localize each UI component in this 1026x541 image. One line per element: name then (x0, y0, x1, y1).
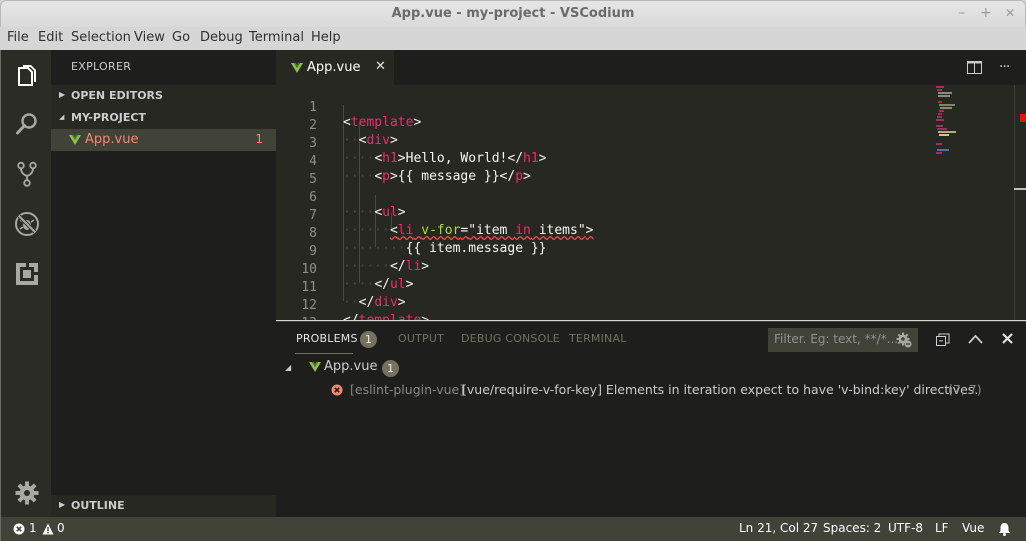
section-open-editors[interactable]: ▶ OPEN EDITORS (51, 85, 276, 107)
code-line: 10 ····</ul> (276, 247, 926, 292)
menu-edit[interactable]: Edit (38, 30, 63, 45)
section-label: OUTLINE (71, 499, 125, 512)
vue-file-icon (69, 135, 81, 145)
collapse-all-icon[interactable] (936, 333, 950, 346)
active-tab-indicator (295, 353, 353, 354)
file-problem-count: 1 (255, 132, 263, 146)
warning-count: 0 (57, 521, 65, 535)
code-line: 2 ··<div> (276, 103, 926, 148)
editor-tab-bar: App.vue ✕ ··· (276, 50, 1026, 85)
notifications-bell-icon[interactable] (998, 522, 1011, 536)
section-label: OPEN EDITORS (71, 89, 163, 102)
window-title: App.vue - my-project - VSCodium (391, 6, 635, 21)
maximize-button[interactable]: + (980, 5, 992, 21)
status-bar: 1 0 Ln 21, Col 27 Spaces: 2 UTF-8 LF Vue (0, 517, 1026, 541)
bottom-panel: PROBLEMS 1 OUTPUT DEBUG CONSOLE TERMINAL… (276, 321, 1026, 517)
error-icon (13, 523, 25, 535)
filter-placeholder: Filter. Eg: text, **/*.... (774, 332, 902, 346)
maximize-panel-icon[interactable] (968, 334, 983, 344)
problem-file-name: App.vue (324, 359, 378, 374)
code-line: 5 (276, 157, 926, 187)
code-editor[interactable]: 1 <template> 2 ··<div> 3 ····<h1>Hello, … (276, 85, 1026, 320)
scrollbar-error-marker (1020, 114, 1026, 122)
tab-app-vue[interactable]: App.vue ✕ (276, 50, 394, 85)
code-line: 8 ········{{ item.message }} (276, 211, 926, 256)
code-line: 9 ······</li> (276, 229, 926, 274)
problem-count-badge: 1 (382, 360, 399, 377)
problem-item[interactable]: [eslint-plugin-vue] [vue/require-v-for-k… (276, 380, 1026, 402)
problems-count-badge: 1 (360, 331, 377, 348)
explorer-sidebar: EXPLORER ▶ OPEN EDITORS ◢ MY-PROJECT App… (51, 50, 276, 517)
error-count: 1 (29, 521, 37, 535)
problem-source: [eslint-plugin-vue] (350, 382, 465, 397)
code-line: 4 ····<p>{{ message }}</p> (276, 139, 926, 184)
chevron-down-icon: ◢ (285, 363, 292, 372)
section-outline[interactable]: ▶ OUTLINE (51, 495, 276, 517)
split-editor-icon[interactable] (967, 61, 982, 74)
cursor-position[interactable]: Ln 21, Col 27 (739, 521, 818, 535)
tab-debug-console[interactable]: DEBUG CONSOLE (461, 332, 560, 345)
gear-icon[interactable] (14, 480, 40, 506)
tab-terminal[interactable]: TERMINAL (569, 332, 627, 345)
minimap[interactable] (935, 85, 985, 155)
close-tab-icon[interactable]: ✕ (375, 59, 386, 74)
extensions-icon[interactable] (14, 261, 40, 287)
code-line: 3 ····<h1>Hello, World!</h1> (276, 121, 926, 166)
encoding[interactable]: UTF-8 (888, 521, 923, 535)
menu-debug[interactable]: Debug (200, 30, 243, 45)
code-line: 12 </template> (276, 283, 926, 320)
code-line: 6 ····<ul> (276, 175, 926, 220)
tab-output[interactable]: OUTPUT (398, 332, 444, 345)
section-label: MY-PROJECT (71, 111, 146, 124)
code-line: 11 ··</div> (276, 265, 926, 310)
file-name: App.vue (85, 132, 139, 147)
line-ending[interactable]: LF (935, 521, 949, 535)
vue-file-icon (309, 362, 321, 372)
menu-bar: File Edit Selection View Go Debug Termin… (0, 27, 1026, 50)
problems-filter-input[interactable]: Filter. Eg: text, **/*.... (768, 328, 918, 352)
minimize-button[interactable]: – (958, 5, 965, 21)
source-control-icon[interactable] (14, 161, 40, 187)
search-icon[interactable] (14, 111, 40, 137)
sidebar-title: EXPLORER (71, 60, 132, 73)
code-line: 7 ······<li v-for="item in items"> (276, 193, 926, 238)
vue-file-icon (291, 63, 303, 73)
code-line: 1 <template> (276, 85, 926, 130)
tab-problems[interactable]: PROBLEMS (296, 332, 358, 345)
filter-settings-icon[interactable] (896, 332, 912, 348)
menu-selection[interactable]: Selection (71, 30, 131, 45)
problem-location: (7, 7) (948, 382, 982, 397)
files-icon[interactable] (14, 62, 40, 88)
warning-icon (42, 523, 54, 535)
menu-terminal[interactable]: Terminal (249, 30, 304, 45)
debug-icon[interactable] (14, 211, 40, 237)
section-my-project[interactable]: ◢ MY-PROJECT (51, 107, 276, 129)
chevron-right-icon: ▶ (59, 500, 66, 509)
language-mode[interactable]: Vue (962, 521, 984, 535)
chevron-right-icon: ▶ (59, 90, 66, 99)
menu-view[interactable]: View (134, 30, 165, 45)
activity-bar (0, 50, 51, 517)
problems-file-group[interactable]: ◢ App.vue 1 (276, 358, 1026, 380)
problem-message: [vue/require-v-for-key] Elements in iter… (462, 382, 979, 397)
menu-file[interactable]: File (7, 30, 29, 45)
menu-go[interactable]: Go (172, 30, 190, 45)
tab-label: App.vue (307, 60, 361, 75)
close-window-button[interactable]: ✕ (1005, 6, 1015, 20)
line-number: 13 (276, 316, 317, 320)
indentation[interactable]: Spaces: 2 (823, 521, 881, 535)
problems-status[interactable]: 1 0 (13, 517, 68, 541)
more-actions-icon[interactable]: ··· (999, 59, 1010, 75)
close-panel-icon[interactable] (1002, 333, 1013, 344)
title-bar: App.vue - my-project - VSCodium – + ✕ (0, 0, 1026, 27)
scrollbar-cursor-marker (1014, 188, 1026, 190)
error-icon (331, 384, 343, 396)
menu-help[interactable]: Help (311, 30, 341, 45)
file-item-app-vue[interactable]: App.vue 1 (51, 129, 276, 151)
code-line: 13 (276, 301, 926, 320)
chevron-down-icon: ◢ (59, 113, 65, 121)
